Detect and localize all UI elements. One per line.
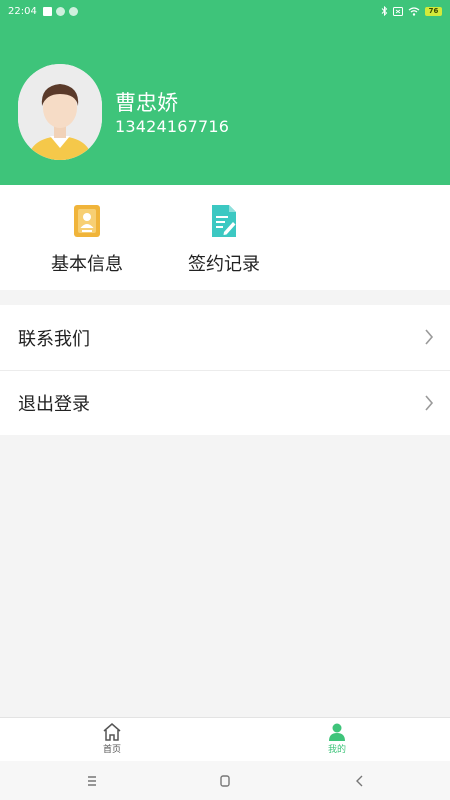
chevron-right-icon	[425, 329, 434, 345]
contact-us-label: 联系我们	[18, 328, 90, 350]
sim-icon	[393, 6, 403, 16]
avatar[interactable]	[18, 64, 102, 160]
home-icon	[103, 723, 121, 741]
tab-home[interactable]: 首页	[82, 722, 142, 755]
chevron-right-icon	[425, 395, 434, 411]
status-right: 76	[381, 6, 442, 16]
id-card-icon	[74, 205, 100, 237]
status-bar: 22:04 76	[0, 0, 450, 22]
back-icon[interactable]	[352, 773, 368, 789]
quick-actions: 基本信息 签约记录	[0, 185, 450, 290]
tab-mine[interactable]: 我的	[307, 722, 367, 755]
profile-header: 曹忠娇 13424167716	[0, 22, 450, 185]
document-edit-icon	[212, 205, 236, 237]
tab-mine-label: 我的	[327, 745, 346, 755]
signing-records-label: 签约记录	[188, 254, 260, 275]
notification-dot-icon	[55, 6, 65, 16]
user-name: 曹忠娇	[115, 91, 178, 115]
person-icon	[329, 723, 345, 741]
signing-records-button[interactable]: 签约记录	[164, 185, 284, 290]
home-square-icon[interactable]	[217, 773, 233, 789]
avatar-person-icon	[18, 64, 102, 160]
menu-icon[interactable]	[84, 773, 100, 789]
contact-us-item[interactable]: 联系我们	[0, 305, 450, 370]
logout-label: 退出登录	[18, 394, 90, 415]
bottom-tab-bar: 首页 我的	[0, 717, 450, 761]
tab-home-label: 首页	[102, 745, 121, 755]
notification-dot-icon	[68, 6, 78, 16]
basic-info-button[interactable]: 基本信息	[27, 185, 147, 290]
logout-item[interactable]: 退出登录	[0, 370, 450, 435]
status-time: 22:04	[8, 5, 37, 17]
bluetooth-icon	[381, 6, 388, 16]
user-phone: 13424167716	[115, 117, 230, 136]
system-nav-bar	[0, 761, 450, 800]
settings-menu: 联系我们 退出登录	[0, 305, 450, 435]
basic-info-label: 基本信息	[51, 254, 123, 275]
battery-icon: 76	[425, 6, 442, 16]
wifi-icon	[408, 6, 420, 16]
notification-icon	[42, 6, 52, 16]
